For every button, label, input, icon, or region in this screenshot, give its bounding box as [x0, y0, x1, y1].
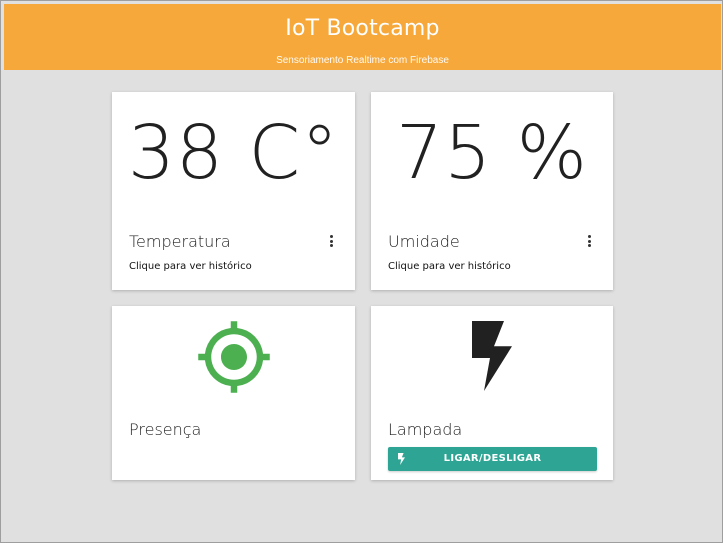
app-subtitle: Sensoriamento Realtime com Firebase — [276, 55, 449, 66]
flash-on-icon — [472, 321, 512, 391]
gps-fixed-icon — [198, 321, 270, 393]
app-frame: IoT Bootcamp Sensoriamento Realtime com … — [0, 0, 723, 543]
lamp-title: Lampada — [388, 420, 463, 439]
toggle-lamp-button[interactable]: LIGAR/DESLIGAR — [388, 447, 597, 471]
humidity-value: 75 % — [396, 110, 588, 196]
temperature-card[interactable]: 38 C° Temperatura Clique para ver histór… — [112, 92, 355, 290]
temperature-value: 38 C° — [127, 110, 340, 196]
temperature-title: Temperatura — [129, 232, 231, 251]
humidity-history-hint[interactable]: Clique para ver histórico — [388, 261, 511, 272]
lamp-card: Lampada LIGAR/DESLIGAR — [371, 306, 613, 480]
toggle-lamp-label: LIGAR/DESLIGAR — [443, 453, 542, 464]
presence-title: Presença — [129, 420, 202, 439]
more-vert-icon[interactable] — [586, 235, 592, 249]
more-vert-icon[interactable] — [328, 235, 334, 249]
app-title: IoT Bootcamp — [285, 16, 440, 41]
humidity-card[interactable]: 75 % Umidade Clique para ver histórico — [371, 92, 613, 290]
temperature-history-hint[interactable]: Clique para ver histórico — [129, 261, 252, 272]
presence-card: Presença — [112, 306, 355, 480]
app-header: IoT Bootcamp Sensoriamento Realtime com … — [4, 4, 721, 70]
humidity-title: Umidade — [388, 232, 460, 251]
